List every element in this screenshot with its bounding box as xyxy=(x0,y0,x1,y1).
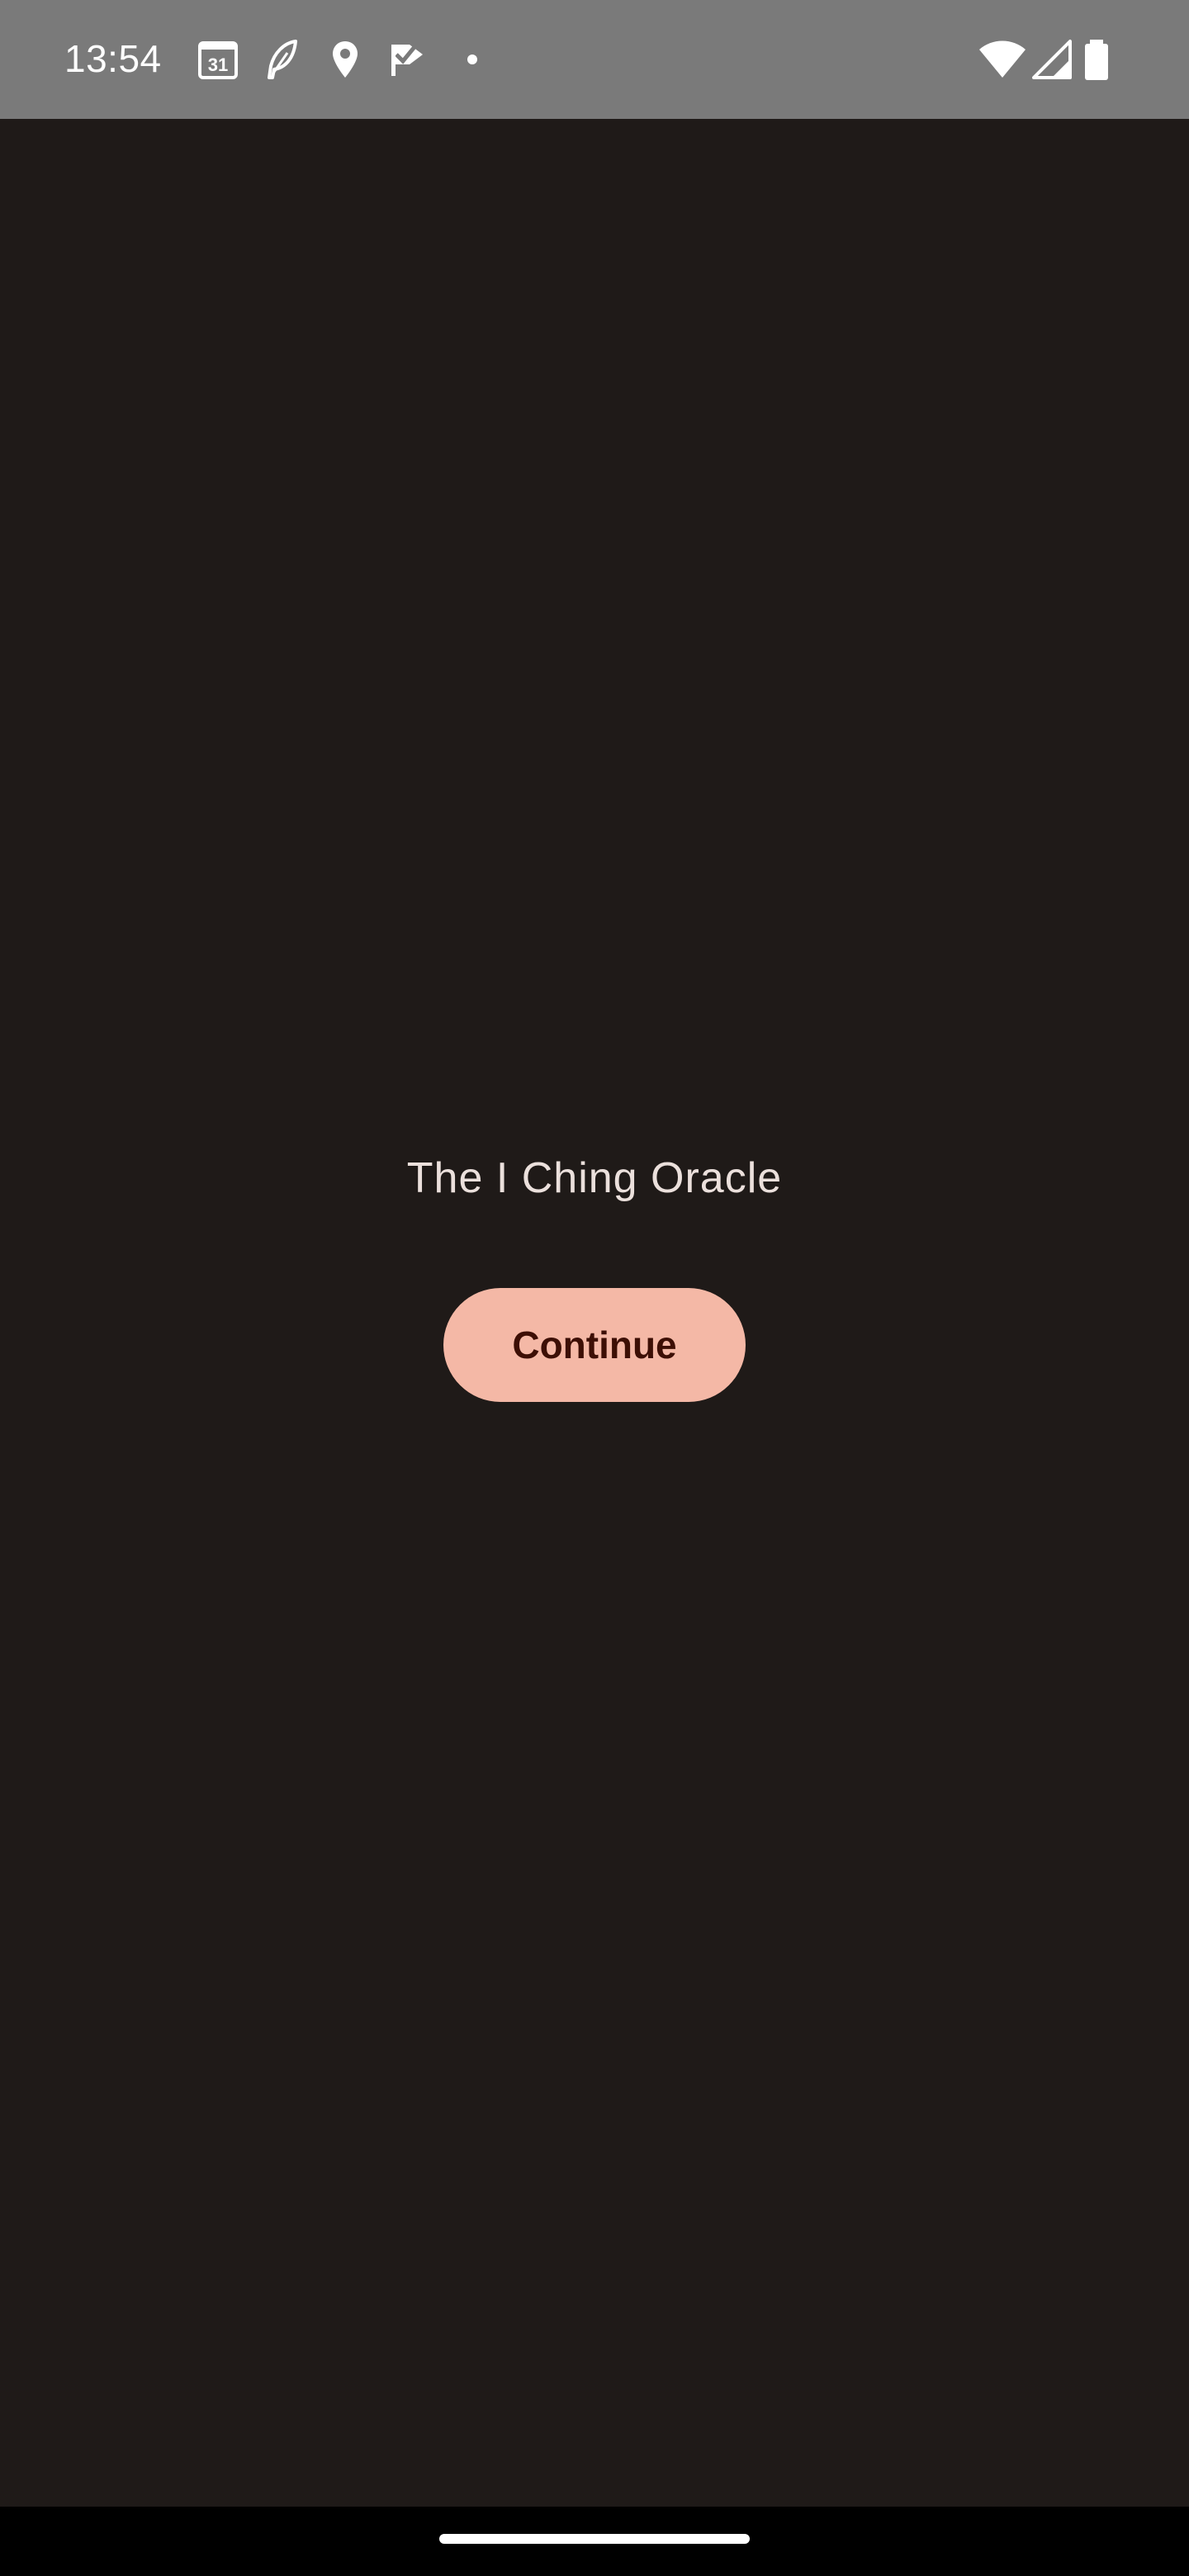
location-pin-icon xyxy=(322,36,368,83)
app-title: The I Ching Oracle xyxy=(406,1154,783,1202)
calendar-day: 31 xyxy=(208,54,228,75)
status-bar: 13:54 31 xyxy=(0,0,1189,119)
check-flag-icon xyxy=(385,36,431,83)
notification-dot-icon xyxy=(449,36,495,83)
continue-button[interactable]: Continue xyxy=(443,1288,746,1402)
wifi-icon xyxy=(978,36,1027,83)
feather-icon xyxy=(259,36,306,83)
cellular-signal-icon xyxy=(1029,36,1075,83)
battery-icon xyxy=(1077,36,1116,83)
calendar-icon: 31 xyxy=(195,36,241,83)
status-time: 13:54 xyxy=(64,37,162,80)
app-screen: 13:54 31 The I Ching Oracle Continue xyxy=(0,0,1189,2576)
home-gesture-handle[interactable] xyxy=(439,2534,750,2544)
